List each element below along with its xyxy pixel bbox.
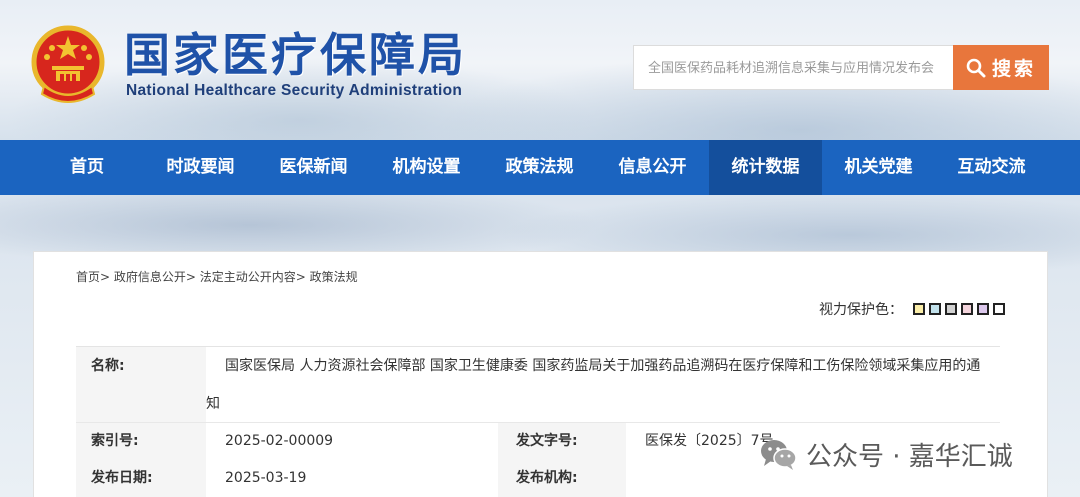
national-emblem-icon[interactable] [30,24,106,104]
nav-item-policy[interactable]: 政策法规 [483,140,596,195]
nav-item-statistics[interactable]: 统计数据 [709,140,822,195]
search-icon [966,58,986,77]
meta-name-value: 国家医保局 人力资源社会保障部 国家卫生健康委 国家药监局关于加强药品追溯码在医… [206,347,1000,422]
site-header: 国家医疗保障局 National Healthcare Security Adm… [0,0,1080,140]
eye-care-swatch-pink[interactable] [961,303,973,315]
site-title-en[interactable]: National Healthcare Security Administrat… [126,82,462,100]
eye-care-swatches [913,303,1005,315]
nav-item-healthcare-news[interactable]: 医保新闻 [257,140,370,195]
meta-row-name: 名称: 国家医保局 人力资源社会保障部 国家卫生健康委 国家药监局关于加强药品追… [76,347,1000,423]
eye-care-swatch-blue[interactable] [929,303,941,315]
watermark-text: 公众号 · 嘉华汇诚 [806,441,1013,472]
site-title-cn[interactable]: 国家医疗保障局 [124,28,467,82]
eye-care-swatch-yellow[interactable] [913,303,925,315]
meta-date-label: 发布日期: [76,460,206,497]
eye-care-swatch-gray[interactable] [945,303,957,315]
meta-date-value: 2025-03-19 [206,460,498,497]
meta-index-label: 索引号: [76,423,206,460]
wechat-watermark: 公众号 · 嘉华汇诚 [758,437,1013,472]
wechat-icon [761,440,797,470]
meta-name-label: 名称: [76,347,206,422]
search-button-label: 搜索 [991,58,1036,80]
meta-doc-no-label: 发文字号: [498,423,626,460]
eye-care-swatch-white[interactable] [993,303,1005,315]
eye-care-label: 视力保护色： [819,302,903,318]
meta-org-label: 发布机构: [498,460,626,497]
nav-item-interaction[interactable]: 互动交流 [935,140,1048,195]
nav-item-party[interactable]: 机关党建 [822,140,935,195]
eye-care-swatch-purple[interactable] [977,303,989,315]
document-meta-table: 名称: 国家医保局 人力资源社会保障部 国家卫生健康委 国家药监局关于加强药品追… [76,346,1000,497]
search-input[interactable]: 全国医保药品耗材追溯信息采集与应用情况发布会 [633,45,953,90]
nav-item-organization[interactable]: 机构设置 [370,140,483,195]
eye-care-selector: 视力保护色： [819,299,1005,319]
breadcrumb[interactable]: 首页> 政府信息公开> 法定主动公开内容> 政策法规 [76,268,358,285]
nav-item-news[interactable]: 时政要闻 [144,140,257,195]
meta-index-value: 2025-02-00009 [206,423,498,460]
search-button[interactable]: 搜索 [953,45,1049,90]
nav-item-disclosure[interactable]: 信息公开 [596,140,709,195]
nav-item-home[interactable]: 首页 [31,140,144,195]
main-nav: 首页 时政要闻 医保新闻 机构设置 政策法规 信息公开 统计数据 机关党建 互动… [0,140,1080,195]
